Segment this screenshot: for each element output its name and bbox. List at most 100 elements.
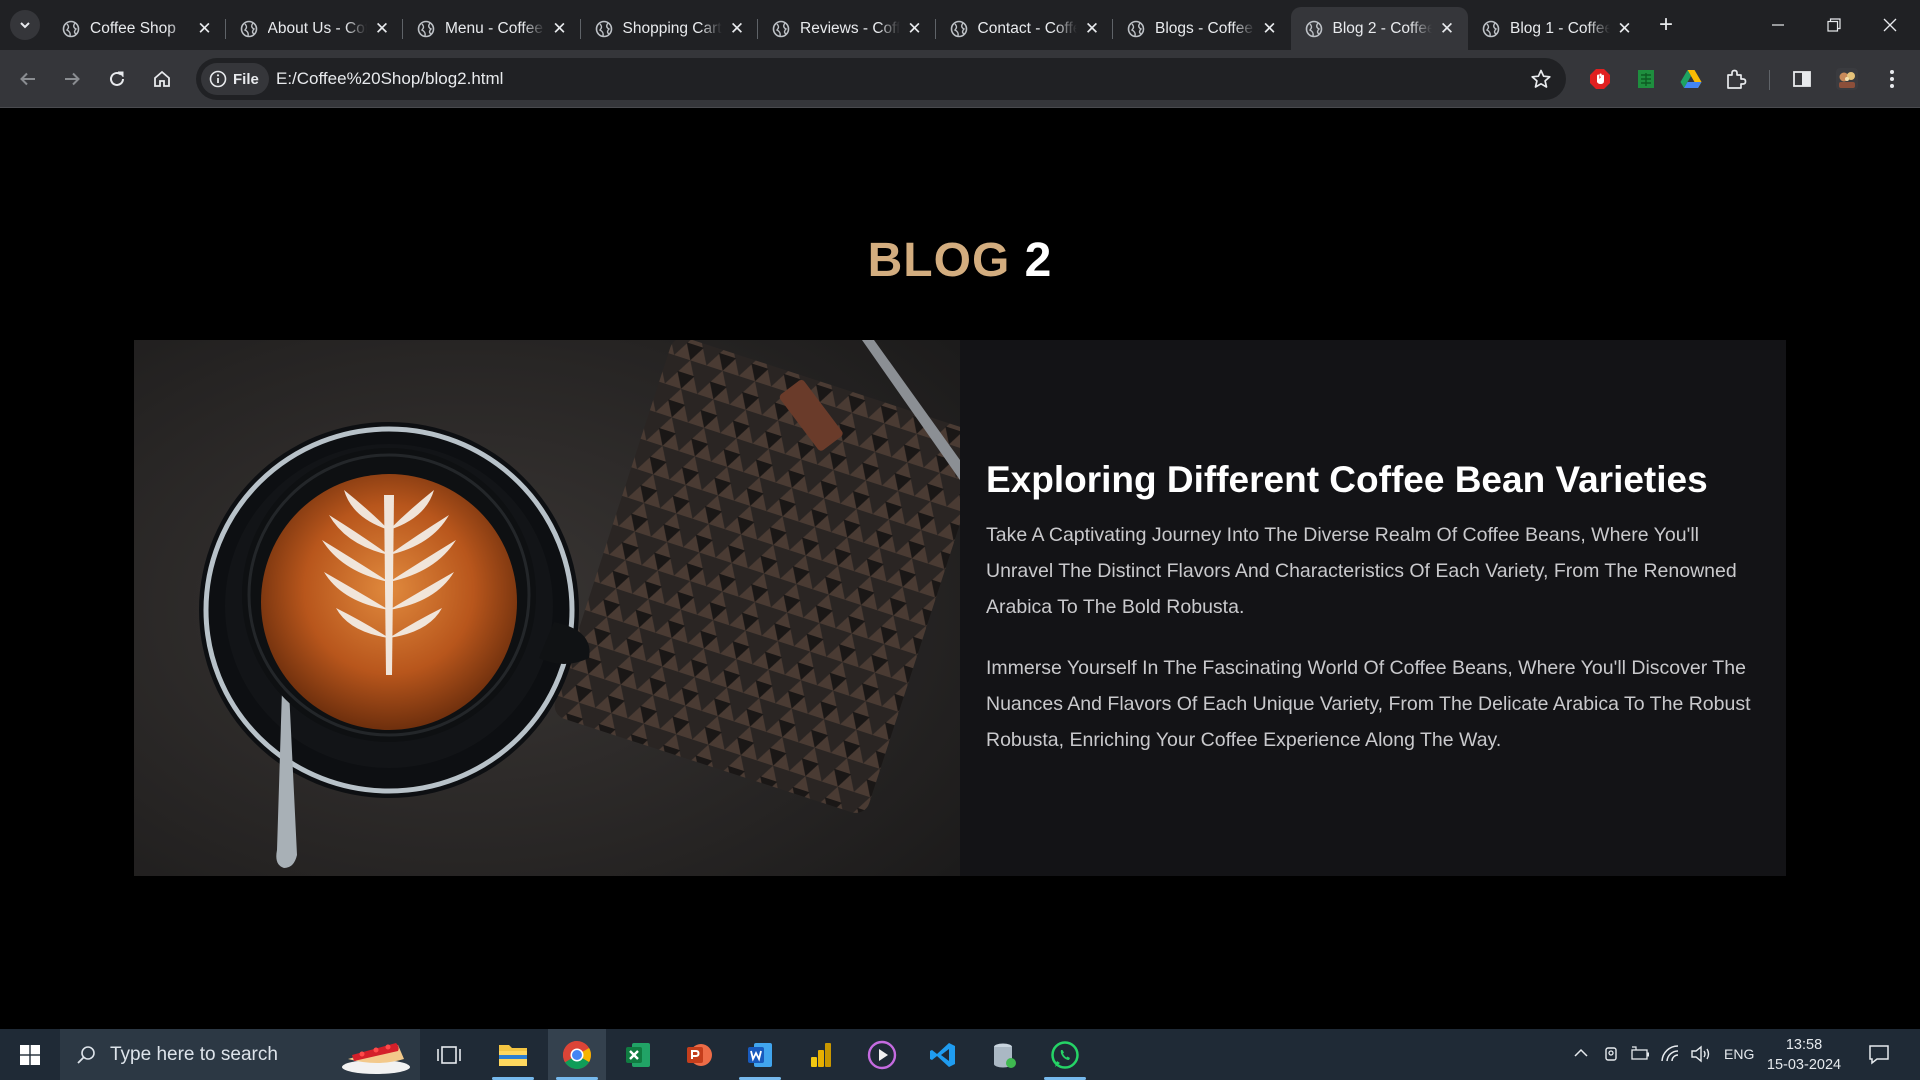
back-arrow-icon[interactable] bbox=[13, 64, 43, 94]
tab-close-icon[interactable]: ✕ bbox=[728, 19, 746, 38]
tab-title: Menu - Coffee Shop bbox=[445, 19, 545, 37]
restore-icon[interactable] bbox=[1806, 0, 1862, 50]
home-icon[interactable] bbox=[147, 64, 177, 94]
tab-title: Blog 2 - Coffee Shop bbox=[1332, 19, 1433, 37]
page-heading: BLOG 2 bbox=[0, 233, 1920, 288]
side-panel-icon[interactable] bbox=[1789, 66, 1815, 92]
tab-title: Reviews - Coffee Shop bbox=[800, 19, 900, 37]
file-explorer-icon[interactable] bbox=[484, 1029, 542, 1080]
tab-list: Coffee Shop ✕ About Us - Coffee Shop ✕ M… bbox=[48, 7, 1646, 50]
address-bar[interactable]: File E:/Coffee%20Shop/blog2.html bbox=[196, 58, 1566, 100]
reload-icon[interactable] bbox=[102, 64, 132, 94]
tab-blog-1[interactable]: Blog 1 - Coffee Shop ✕ bbox=[1468, 7, 1646, 50]
windows-taskbar: Type here to search ENG 13:58 15-03-2024 bbox=[0, 1029, 1920, 1080]
wifi-icon[interactable] bbox=[1661, 1045, 1681, 1066]
powerpoint-icon[interactable] bbox=[670, 1029, 728, 1080]
tab-close-icon[interactable]: ✕ bbox=[1083, 19, 1101, 38]
task-view-icon[interactable] bbox=[420, 1029, 478, 1080]
tab-close-icon[interactable]: ✕ bbox=[1616, 19, 1634, 38]
browser-tab-strip: Coffee Shop ✕ About Us - Coffee Shop ✕ M… bbox=[0, 0, 1920, 50]
chevron-down-icon bbox=[20, 22, 30, 29]
heading-highlight: BLOG bbox=[867, 234, 1011, 287]
profile-avatar[interactable] bbox=[1834, 66, 1860, 92]
tab-reviews[interactable]: Reviews - Coffee Shop ✕ bbox=[758, 7, 936, 50]
latte-art-photo bbox=[134, 340, 960, 876]
globe-icon bbox=[595, 20, 612, 37]
bookmark-star-icon[interactable] bbox=[1530, 68, 1552, 90]
search-icon bbox=[77, 1045, 95, 1064]
browser-toolbar: File E:/Coffee%20Shop/blog2.html bbox=[0, 50, 1920, 108]
windows-start-icon[interactable] bbox=[10, 1038, 50, 1072]
blog-card: Exploring Different Coffee Bean Varietie… bbox=[134, 340, 1786, 876]
tab-search-button[interactable] bbox=[10, 10, 40, 40]
tab-close-icon[interactable]: ✕ bbox=[373, 19, 391, 38]
tab-contact[interactable]: Contact - Coffee Shop ✕ bbox=[936, 7, 1113, 50]
blog-paragraph: Immerse Yourself In The Fascinating Worl… bbox=[986, 656, 1751, 751]
clock-time: 13:58 bbox=[1785, 1037, 1823, 1053]
tab-title: Contact - Coffee Shop bbox=[977, 19, 1078, 37]
clock-date: 15-03-2024 bbox=[1766, 1057, 1842, 1073]
search-highlight-cake-icon bbox=[342, 1043, 410, 1074]
tab-title: Coffee Shop bbox=[90, 19, 176, 37]
tab-title: About Us - Coffee Shop bbox=[267, 19, 368, 37]
tab-title: Blogs - Coffee Shop bbox=[1155, 19, 1255, 37]
close-window-icon[interactable] bbox=[1862, 0, 1918, 50]
tab-close-icon[interactable]: ✕ bbox=[551, 19, 569, 38]
taskbar-search-box[interactable]: Type here to search bbox=[60, 1029, 420, 1080]
tab-close-icon[interactable]: ✕ bbox=[196, 19, 214, 38]
tab-about-us[interactable]: About Us - Coffee Shop ✕ bbox=[226, 7, 403, 50]
globe-icon bbox=[950, 20, 967, 37]
toolbar-divider bbox=[1769, 70, 1770, 90]
globe-icon bbox=[417, 20, 435, 37]
site-info-chip[interactable]: File bbox=[201, 63, 269, 95]
taskbar-clock[interactable]: 13:58 15-03-2024 bbox=[1758, 1035, 1850, 1075]
media-player-icon[interactable] bbox=[853, 1029, 911, 1080]
url-text[interactable]: E:/Coffee%20Shop/blog2.html bbox=[276, 69, 503, 89]
whatsapp-icon[interactable] bbox=[1036, 1029, 1094, 1080]
tab-title: Shopping Cart - Coffee Shop bbox=[622, 19, 723, 37]
blog-content: Exploring Different Coffee Bean Varietie… bbox=[960, 340, 1786, 876]
meet-now-icon[interactable] bbox=[1603, 1045, 1621, 1066]
globe-icon bbox=[1482, 20, 1500, 37]
minimize-icon[interactable] bbox=[1750, 0, 1806, 50]
google-drive-icon[interactable] bbox=[1678, 66, 1704, 92]
chrome-icon[interactable] bbox=[548, 1029, 606, 1080]
storage-app-icon[interactable] bbox=[975, 1029, 1033, 1080]
tab-close-icon[interactable]: ✕ bbox=[1438, 19, 1456, 38]
volume-icon[interactable] bbox=[1690, 1045, 1712, 1066]
new-tab-plus-icon[interactable]: + bbox=[1652, 12, 1680, 40]
globe-icon bbox=[772, 20, 790, 37]
tab-blogs[interactable]: Blogs - Coffee Shop ✕ bbox=[1113, 7, 1291, 50]
notifications-icon[interactable] bbox=[1868, 1043, 1890, 1068]
tray-overflow-chevron-icon[interactable] bbox=[1573, 1045, 1589, 1064]
word-icon[interactable] bbox=[731, 1029, 789, 1080]
adblock-extension-icon[interactable] bbox=[1587, 66, 1613, 92]
power-bi-icon[interactable] bbox=[792, 1029, 850, 1080]
battery-icon[interactable] bbox=[1631, 1045, 1651, 1066]
extensions-puzzle-icon[interactable] bbox=[1723, 66, 1749, 92]
tab-close-icon[interactable]: ✕ bbox=[1261, 19, 1279, 38]
forward-arrow-icon[interactable] bbox=[57, 64, 87, 94]
tab-title: Blog 1 - Coffee Shop bbox=[1510, 19, 1610, 37]
globe-icon bbox=[1127, 20, 1145, 37]
more-menu-icon[interactable] bbox=[1879, 66, 1905, 92]
tab-menu[interactable]: Menu - Coffee Shop ✕ bbox=[403, 7, 581, 50]
blog-paragraph: Take A Captivating Journey Into The Dive… bbox=[986, 523, 1737, 618]
globe-icon bbox=[62, 20, 80, 37]
info-icon bbox=[209, 70, 227, 88]
scheme-label: File bbox=[233, 70, 259, 88]
search-placeholder: Type here to search bbox=[110, 1043, 278, 1065]
tab-coffee-shop[interactable]: Coffee Shop ✕ bbox=[48, 7, 226, 50]
sheets-extension-icon[interactable] bbox=[1633, 66, 1659, 92]
globe-icon bbox=[1305, 20, 1322, 37]
globe-icon bbox=[240, 20, 257, 37]
tab-close-icon[interactable]: ✕ bbox=[906, 19, 924, 38]
blog-title: Exploring Different Coffee Bean Varietie… bbox=[986, 458, 1708, 500]
language-indicator[interactable]: ENG bbox=[1724, 1046, 1754, 1062]
tab-shopping-cart[interactable]: Shopping Cart - Coffee Shop ✕ bbox=[581, 7, 758, 50]
vscode-icon[interactable] bbox=[914, 1029, 972, 1080]
tab-blog-2[interactable]: Blog 2 - Coffee Shop ✕ bbox=[1290, 7, 1468, 50]
page-viewport: BLOG 2 Exploring Different Coffee Bean V… bbox=[0, 109, 1920, 1029]
heading-number: 2 bbox=[1024, 234, 1053, 287]
excel-icon[interactable] bbox=[609, 1029, 667, 1080]
